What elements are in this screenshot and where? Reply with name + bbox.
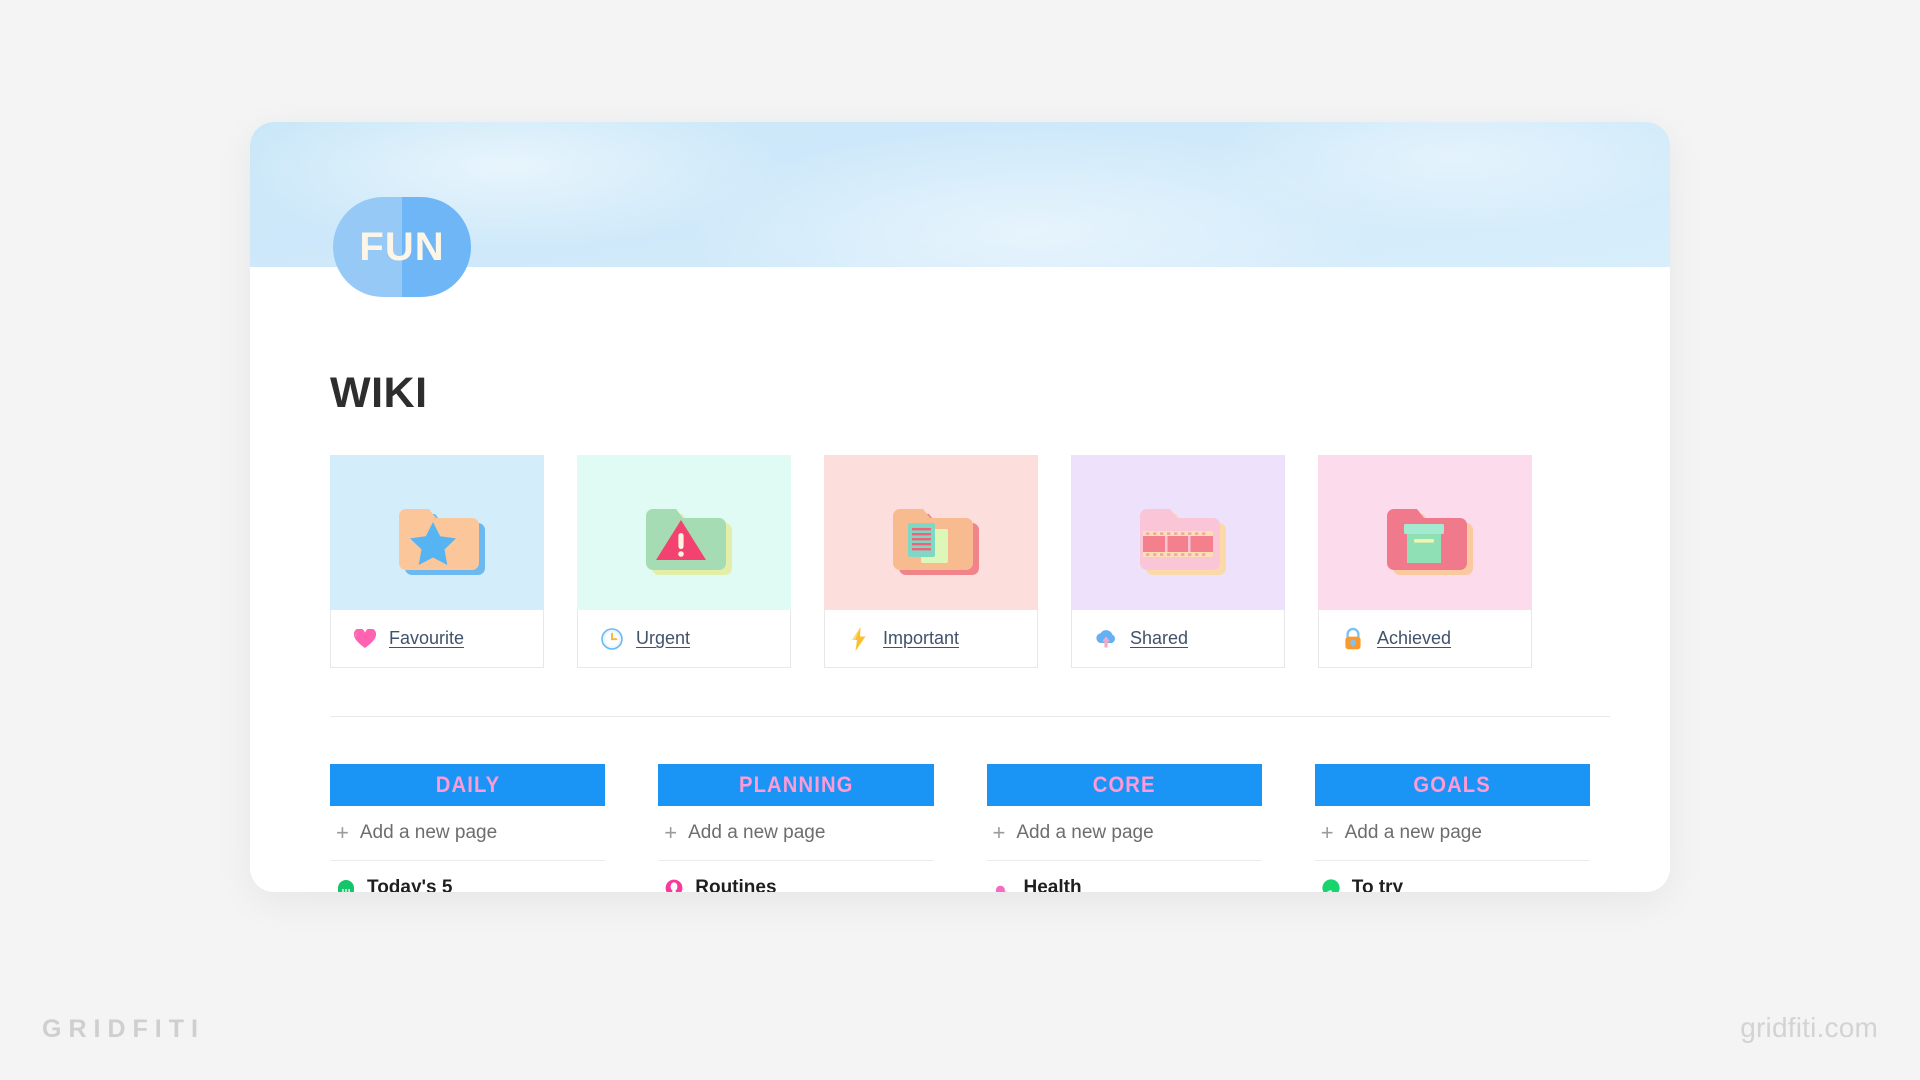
page-cover: FUN xyxy=(250,122,1670,297)
card-link-label[interactable]: Important xyxy=(883,628,959,649)
card-link-label[interactable]: Shared xyxy=(1130,628,1188,649)
add-new-page-label: Add a new page xyxy=(1016,822,1154,843)
list-banner-core[interactable]: CORE xyxy=(986,764,1262,806)
brand-gridfiti: GRIDFITI xyxy=(42,1015,205,1043)
add-new-page-label: Add a new page xyxy=(1344,822,1482,843)
card-link-label[interactable]: Achieved xyxy=(1377,628,1451,649)
page-body: WIKI Favourite Urgent Important Shared A… xyxy=(250,369,1670,892)
pink-person-icon xyxy=(993,878,1013,892)
list-item-label: To try xyxy=(1351,877,1404,892)
section-divider xyxy=(330,716,1610,717)
gallery-card-favourite[interactable]: Favourite xyxy=(330,455,544,668)
card-caption[interactable]: Important xyxy=(824,610,1038,668)
card-caption[interactable]: Achieved xyxy=(1318,610,1532,668)
card-thumbnail xyxy=(1318,455,1532,610)
list-banner-planning[interactable]: PLANNING xyxy=(658,764,934,806)
list-item-label: Today's 5 xyxy=(367,877,453,892)
list-item[interactable]: Health xyxy=(987,861,1262,892)
plus-icon: + xyxy=(336,820,349,845)
add-new-page-goals[interactable]: + Add a new page xyxy=(1314,806,1590,861)
list-column-planning: PLANNING + Add a new page Routines xyxy=(658,764,934,892)
list-item[interactable]: To try xyxy=(1315,861,1590,892)
list-column-goals: GOALS + Add a new page To try xyxy=(1314,764,1590,892)
list-banner-label: PLANNING xyxy=(738,772,854,797)
add-new-page-daily[interactable]: + Add a new page xyxy=(330,806,606,861)
plus-icon: + xyxy=(992,820,1006,845)
folder-film-icon xyxy=(1140,508,1226,575)
card-thumbnail xyxy=(577,455,791,610)
gallery-card-urgent[interactable]: Urgent xyxy=(577,455,791,668)
list-banner-daily[interactable]: DAILY xyxy=(330,764,606,806)
plus-icon: + xyxy=(664,820,678,845)
list-item[interactable]: Routines xyxy=(658,861,933,892)
folder-box-icon xyxy=(1387,508,1473,575)
card-thumbnail xyxy=(824,455,1038,610)
notion-window: FUN WIKI Favourite Urgent Important Shar… xyxy=(250,122,1670,892)
card-caption[interactable]: Urgent xyxy=(577,610,791,668)
green-page-icon xyxy=(336,878,356,892)
list-banner-label: CORE xyxy=(1092,772,1156,797)
add-new-page-core[interactable]: + Add a new page xyxy=(986,806,1262,861)
plus-icon: + xyxy=(1320,820,1334,845)
card-link-label[interactable]: Favourite xyxy=(389,628,464,649)
lists-section: DAILY + Add a new page Today's 5 PLANNIN… xyxy=(330,764,1590,892)
lightning-icon xyxy=(847,626,871,651)
wiki-gallery: Favourite Urgent Important Shared Achiev… xyxy=(330,455,1590,668)
page-icon-fun[interactable]: FUN xyxy=(333,197,471,297)
gallery-card-important[interactable]: Important xyxy=(824,455,1038,668)
list-banner-label: GOALS xyxy=(1413,772,1492,797)
folder-document-icon xyxy=(893,508,979,575)
gallery-card-achieved[interactable]: Achieved xyxy=(1318,455,1532,668)
card-caption[interactable]: Favourite xyxy=(330,610,544,668)
folder-star-icon xyxy=(399,508,485,575)
add-new-page-planning[interactable]: + Add a new page xyxy=(658,806,934,861)
heart-icon xyxy=(353,627,377,651)
clock-icon xyxy=(600,627,624,651)
brand-gridfiti-url: gridfiti.com xyxy=(1740,1012,1878,1043)
green-circle-icon xyxy=(1321,878,1341,892)
list-item-label: Health xyxy=(1023,877,1082,892)
page-icon-label: FUN xyxy=(359,224,445,269)
folder-warning-icon xyxy=(646,508,732,575)
card-thumbnail xyxy=(1071,455,1285,610)
list-item[interactable]: Today's 5 xyxy=(330,861,605,892)
card-link-label[interactable]: Urgent xyxy=(636,628,690,649)
list-banner-label: DAILY xyxy=(435,772,500,797)
pink-page-icon xyxy=(664,878,684,892)
list-banner-goals[interactable]: GOALS xyxy=(1314,764,1590,806)
list-column-daily: DAILY + Add a new page Today's 5 xyxy=(330,764,606,892)
card-thumbnail xyxy=(330,455,544,610)
list-column-core: CORE + Add a new page Health xyxy=(986,764,1262,892)
add-new-page-label: Add a new page xyxy=(359,822,498,843)
lock-icon xyxy=(1341,627,1365,651)
card-caption[interactable]: Shared xyxy=(1071,610,1285,668)
add-new-page-label: Add a new page xyxy=(688,822,826,843)
cloud-upload-icon xyxy=(1094,627,1118,651)
page-title: WIKI xyxy=(330,369,428,417)
list-item-label: Routines xyxy=(695,877,777,892)
gallery-card-shared[interactable]: Shared xyxy=(1071,455,1285,668)
